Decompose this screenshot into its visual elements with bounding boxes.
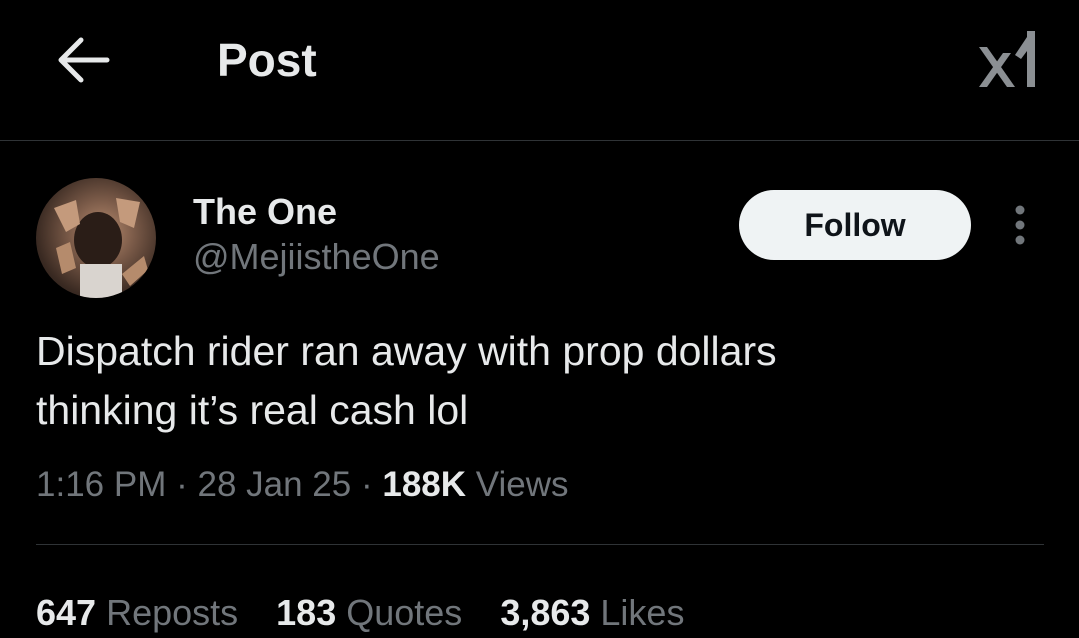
- engagement-stats: 647 Reposts 183 Quotes 3,863 Likes: [36, 590, 722, 636]
- more-vertical-icon: [1015, 205, 1025, 245]
- reposts-count: 647: [36, 592, 97, 633]
- follow-button[interactable]: Follow: [739, 190, 971, 260]
- post-text-line: thinking it’s real cash lol: [36, 387, 469, 433]
- post-meta: 1:16 PM · 28 Jan 25 · 188K Views: [36, 462, 569, 508]
- post-text-line: Dispatch rider ran away with prop dollar…: [36, 328, 777, 374]
- reposts-stat[interactable]: 647 Reposts: [36, 590, 238, 636]
- divider: [36, 544, 1044, 545]
- meta-separator: ·: [360, 465, 373, 504]
- quotes-label: Quotes: [346, 592, 463, 633]
- author-name[interactable]: The One: [193, 190, 337, 234]
- views-label: Views: [475, 465, 569, 504]
- author-handle[interactable]: @MejiistheOne: [193, 234, 440, 280]
- more-options-button[interactable]: [1004, 200, 1036, 250]
- meta-separator: ·: [176, 465, 188, 504]
- likes-count: 3,863: [500, 592, 591, 633]
- likes-label: Likes: [600, 592, 685, 633]
- views-count: 188K: [382, 465, 467, 504]
- post-time[interactable]: 1:16 PM: [36, 465, 166, 504]
- quotes-count: 183: [276, 592, 337, 633]
- quotes-stat[interactable]: 183 Quotes: [276, 590, 462, 636]
- top-bar: Post: [0, 0, 1079, 141]
- post-text: Dispatch rider ran away with prop dollar…: [36, 322, 1036, 440]
- likes-stat[interactable]: 3,863 Likes: [500, 590, 684, 636]
- back-button[interactable]: [52, 30, 116, 90]
- avatar-image: [54, 198, 148, 298]
- reposts-label: Reposts: [106, 592, 239, 633]
- post-date[interactable]: 28 Jan 25: [197, 465, 351, 504]
- xai-logo-icon[interactable]: [975, 25, 1039, 89]
- avatar[interactable]: [36, 178, 156, 298]
- page-title: Post: [217, 34, 317, 86]
- arrow-left-icon: [58, 37, 110, 83]
